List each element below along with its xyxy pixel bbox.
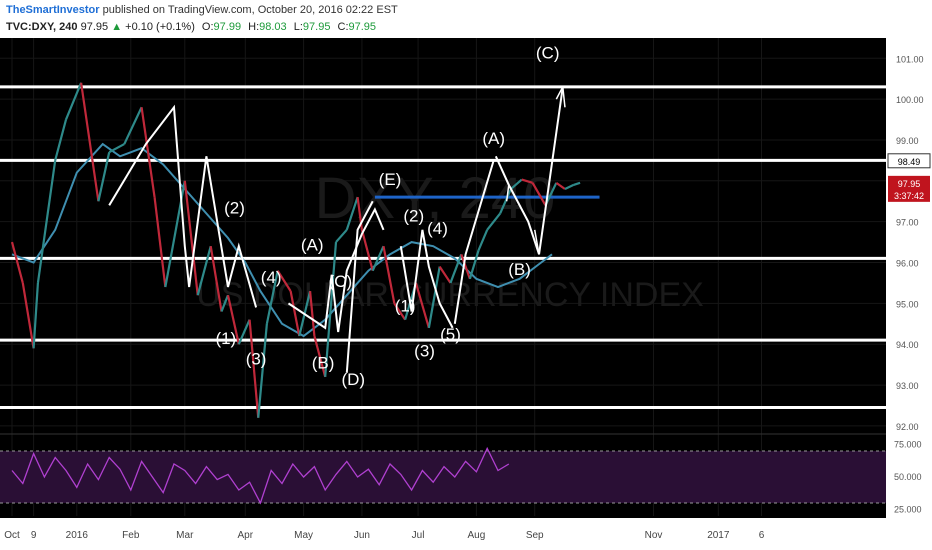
wave-label: (B) [312, 354, 335, 373]
wave-label: (2) [224, 198, 245, 217]
price-tick-label: 93.00 [896, 381, 919, 391]
price-chart[interactable]: DXY, 240 US DOLLAR CURRENCY INDEX (1)(2)… [0, 38, 932, 550]
price-tick-label: 99.00 [896, 136, 919, 146]
rsi-tick-label: 25.000 [894, 505, 922, 515]
time-tick-label: Sep [526, 530, 544, 541]
up-arrow-icon: ▲ [111, 21, 123, 33]
wave-label: (2) [403, 207, 424, 226]
rsi-tick-label: 75.000 [894, 440, 922, 450]
time-tick-label: 6 [759, 530, 765, 541]
publish-info: TheSmartInvestor published on TradingVie… [6, 4, 398, 16]
time-tick-label: Feb [122, 530, 140, 541]
ohlc-legend: TVC:DXY, 240 97.95 ▲ +0.10 (+0.1%) O:97.… [6, 21, 376, 33]
time-tick-label: Nov [645, 530, 663, 541]
rsi-band [0, 451, 886, 503]
wave-label: (1) [215, 329, 236, 348]
wave-label: (A) [482, 129, 505, 148]
last-price: 97.95 [80, 21, 109, 33]
close-value: 97.95 [348, 21, 377, 33]
level-price-label: 98.49 [898, 157, 921, 167]
rsi-tick-label: 50.000 [894, 472, 922, 482]
published-text: published on TradingView.com, October 20… [102, 4, 398, 16]
high-value: 98.03 [259, 21, 287, 33]
time-tick-label: Aug [468, 530, 486, 541]
close-label: C: [337, 21, 349, 33]
open-label: O: [201, 21, 214, 33]
price-tick-label: 95.00 [896, 299, 919, 309]
time-tick-label: Jun [354, 530, 370, 541]
time-tick-label: 2017 [707, 530, 730, 541]
wave-label: (A) [301, 235, 324, 254]
countdown-label: 3:37:42 [894, 191, 924, 201]
symbol-label[interactable]: TVC:DXY, 240 [6, 21, 78, 33]
low-value: 97.95 [302, 21, 331, 33]
wave-label: (4) [427, 219, 448, 238]
wave-label: (E) [379, 170, 402, 189]
current-price-label: 97.95 [898, 179, 921, 189]
time-tick-label: Apr [237, 530, 253, 541]
wave-label: (5) [440, 325, 461, 344]
time-tick-label: 9 [31, 530, 37, 541]
price-change: +0.10 (+0.1%) [125, 21, 195, 33]
price-tick-label: 100.00 [896, 95, 924, 105]
wave-label: (1) [395, 297, 416, 316]
open-value: 97.99 [213, 21, 242, 33]
wave-label: (C) [329, 272, 353, 291]
wave-label: (D) [341, 370, 365, 389]
time-tick-label: May [294, 530, 313, 541]
wave-label: (4) [261, 268, 282, 287]
low-label: L: [293, 21, 303, 33]
wave-label: (3) [414, 341, 435, 360]
time-tick-label: Jul [412, 530, 425, 541]
wave-label: (B) [508, 260, 531, 279]
author-link[interactable]: TheSmartInvestor [6, 4, 100, 16]
wave-label: (C) [536, 43, 560, 62]
price-tick-label: 101.00 [896, 54, 924, 64]
price-tick-label: 94.00 [896, 340, 919, 350]
price-tick-label: 96.00 [896, 259, 919, 269]
time-tick-label: Oct [4, 530, 20, 541]
chart-header: TheSmartInvestor published on TradingVie… [0, 0, 932, 38]
wave-label: (3) [246, 350, 267, 369]
price-tick-label: 92.00 [896, 422, 919, 432]
high-label: H: [248, 21, 260, 33]
time-tick-label: 2016 [66, 530, 89, 541]
price-tick-label: 97.00 [896, 218, 919, 228]
time-tick-label: Mar [176, 530, 194, 541]
